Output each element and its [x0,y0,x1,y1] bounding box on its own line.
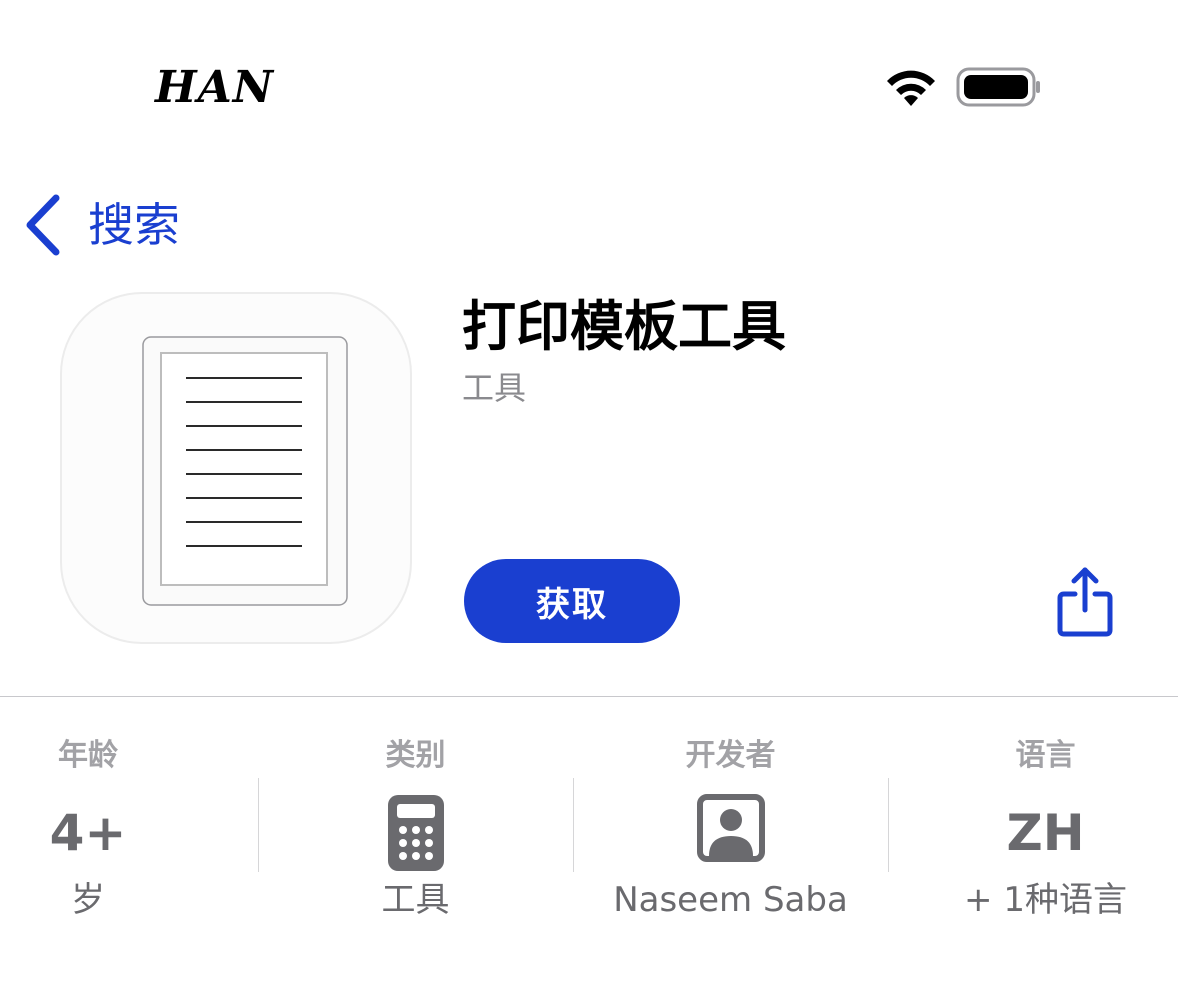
info-developer-sub: Naseem Saba [613,880,848,920]
divider [0,696,1178,697]
info-language-label: 语言 [1015,738,1076,773]
back-button[interactable]: 搜索 [22,192,180,258]
info-category-label: 类别 [385,738,446,773]
info-row: 年龄 4+ 岁 类别 工具 开发者 Naseem Saba 语言 ZH + 1种… [0,730,1178,950]
person-icon [696,794,765,862]
chevron-left-icon [26,194,60,256]
app-title: 打印模板工具 [462,295,786,358]
document-lines-icon [142,336,348,606]
back-label: 搜索 [88,198,180,252]
info-language-value: ZH [1006,804,1085,862]
app-subtitle: 工具 [462,369,527,407]
info-age-label: 年龄 [58,738,118,773]
info-language[interactable]: 语言 ZH + 1种语言 [888,730,1178,950]
share-icon[interactable] [1054,566,1116,638]
info-age-sub: 岁 [71,880,105,920]
app-icon [60,292,412,644]
info-developer-label: 开发者 [685,738,776,773]
info-age[interactable]: 年龄 4+ 岁 [0,730,176,950]
wifi-icon [887,70,935,106]
info-age-value: 4+ [49,804,127,862]
get-button[interactable]: 获取 [464,559,680,643]
info-developer[interactable]: 开发者 Naseem Saba [573,730,888,950]
calculator-icon [387,795,444,871]
info-category-sub: 工具 [381,880,450,920]
carrier-label: HAN [155,62,274,113]
battery-icon [956,67,1040,107]
info-language-sub: + 1种语言 [964,880,1127,920]
info-category[interactable]: 类别 工具 [258,730,573,950]
